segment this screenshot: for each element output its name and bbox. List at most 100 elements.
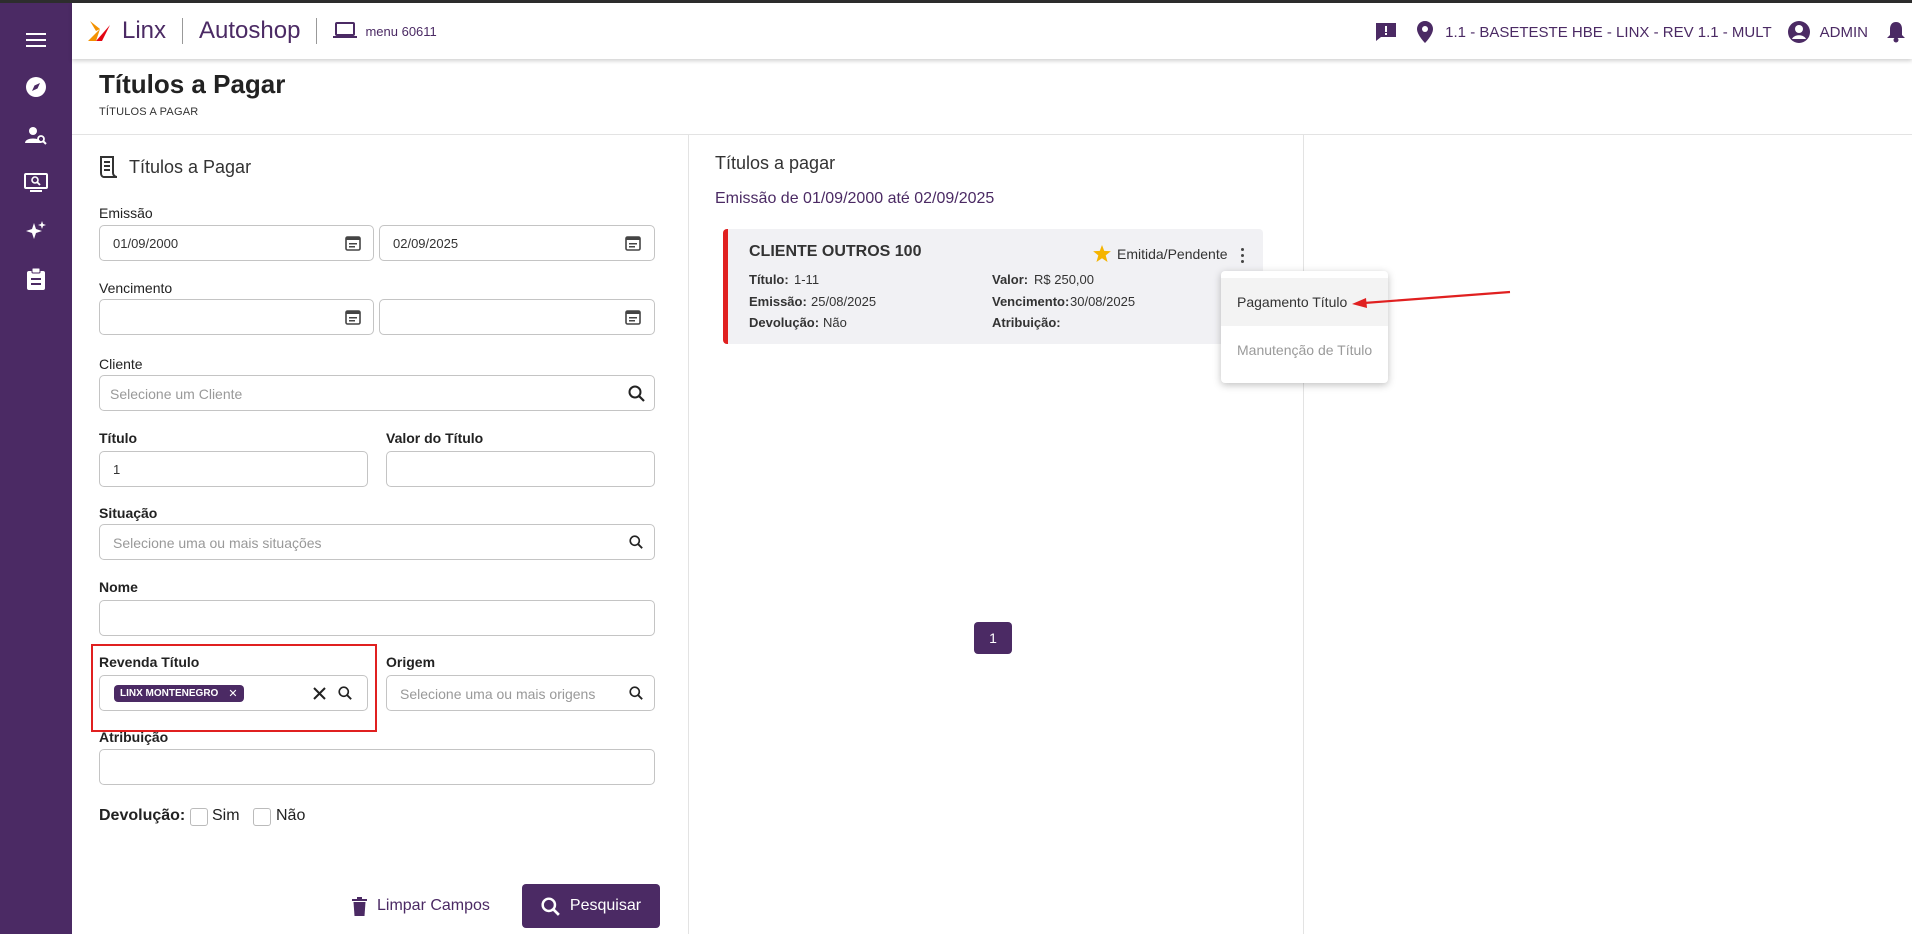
emissao-end-value: 02/09/2025: [393, 236, 459, 251]
card-valor-key: Valor:: [992, 272, 1029, 287]
search-button[interactable]: Pesquisar: [522, 884, 660, 928]
cliente-field[interactable]: Selecione um Cliente: [99, 375, 655, 411]
emissao-end-field[interactable]: 02/09/2025: [379, 225, 655, 261]
card-status: Emitida/Pendente: [1093, 245, 1228, 262]
situacao-placeholder: Selecione uma ou mais situações: [113, 535, 322, 551]
brand-divider-2: [316, 18, 318, 44]
valor-label: Valor do Título: [386, 430, 484, 446]
vencimento-end-field[interactable]: [379, 299, 655, 335]
clear-fields-button[interactable]: Limpar Campos: [352, 890, 490, 922]
card-valor-value: R$ 250,00: [1034, 272, 1094, 287]
clipboard-icon[interactable]: [24, 267, 48, 291]
top-right-area: 1.1 - BASETESTE HBE - LINX - REV 1.1 - M…: [1375, 19, 1912, 45]
atribuicao-label: Atribuição: [99, 729, 169, 745]
card-emissao-value: 25/08/2025: [811, 294, 877, 309]
location-text[interactable]: 1.1 - BASETESTE HBE - LINX - REV 1.1 - M…: [1445, 24, 1771, 41]
bell-icon[interactable]: [1886, 21, 1906, 43]
compass-icon[interactable]: [24, 75, 48, 99]
user-avatar-icon: [1787, 21, 1810, 43]
results-title: Títulos a pagar: [715, 153, 836, 173]
devolucao-sim-checkbox[interactable]: [190, 808, 208, 826]
vencimento-label: Vencimento: [99, 280, 173, 296]
more-options-icon[interactable]: [1235, 246, 1249, 264]
titulo-label: Título: [99, 430, 138, 446]
search-icon: [541, 896, 560, 916]
menu-code-text: menu 60611: [365, 23, 437, 39]
brand-divider: [182, 18, 184, 44]
header-divider: [72, 134, 1912, 135]
receipt-icon: [100, 156, 118, 178]
brand[interactable]: Linx Autoshop menu 60611: [86, 16, 437, 46]
annotation-arrow: [1352, 290, 1511, 308]
card-status-label: Emitida/Pendente: [1117, 245, 1228, 262]
origem-placeholder: Selecione uma ou mais origens: [400, 686, 596, 702]
panel-divider-right: [1303, 134, 1304, 934]
results-subtitle: Emissão de 01/09/2000 até 02/09/2025: [715, 190, 995, 207]
devolucao-nao-checkbox[interactable]: [253, 808, 271, 826]
cliente-placeholder: Selecione um Cliente: [110, 386, 243, 402]
sparkles-icon[interactable]: [24, 219, 48, 243]
search-icon[interactable]: [627, 533, 645, 551]
devolucao-nao-label: Não: [276, 807, 306, 824]
monitor-search-icon[interactable]: [24, 171, 48, 195]
card-vencimento-value: 30/08/2025: [1070, 294, 1136, 309]
titulo-field[interactable]: 1: [99, 451, 368, 487]
calendar-icon[interactable]: [344, 308, 362, 326]
nome-field[interactable]: [99, 600, 655, 636]
card-options-menu: Pagamento Título Manutenção de Título: [1221, 271, 1388, 383]
calendar-icon[interactable]: [624, 234, 642, 252]
clear-fields-label: Limpar Campos: [377, 897, 490, 914]
sidebar: [0, 3, 72, 934]
pagination-page[interactable]: 1: [974, 622, 1012, 654]
atribuicao-field[interactable]: [99, 749, 655, 785]
search-icon[interactable]: [627, 384, 645, 402]
menu-item-manutencao[interactable]: Manutenção de Título: [1221, 326, 1388, 374]
location-pin-icon: [1417, 21, 1434, 43]
result-card[interactable]: CLIENTE OUTROS 100 Emitida/Pendente Títu…: [723, 229, 1263, 344]
user-search-icon[interactable]: [24, 123, 48, 147]
top-bar: Linx Autoshop menu 60611 1.1 - BASETESTE…: [72, 3, 1912, 59]
origem-field[interactable]: Selecione uma ou mais origens: [386, 675, 655, 711]
filter-panel-header: Títulos a Pagar: [99, 156, 251, 178]
card-devolucao-value: Não: [823, 315, 847, 330]
calendar-icon[interactable]: [344, 234, 362, 252]
emissao-start-value: 01/09/2000: [113, 236, 179, 251]
situacao-label: Situação: [99, 505, 158, 521]
revenda-highlight-box: [91, 644, 377, 732]
menu-code: menu 60611: [333, 22, 437, 40]
card-devolucao-key: Devolução:: [749, 315, 820, 330]
card-titulo-key: Título:: [749, 272, 789, 287]
linx-logo-icon: [88, 21, 110, 41]
panel-divider-left: [688, 134, 689, 934]
feedback-icon[interactable]: [1375, 22, 1397, 42]
card-client-name: CLIENTE OUTROS 100: [749, 243, 922, 260]
valor-field[interactable]: [386, 451, 655, 487]
calendar-icon[interactable]: [624, 308, 642, 326]
titulo-value: 1: [113, 462, 121, 477]
star-icon: [1093, 245, 1111, 262]
vencimento-start-field[interactable]: [99, 299, 374, 335]
nome-label: Nome: [99, 579, 138, 595]
brand-linx: Linx: [122, 17, 167, 44]
emissao-label: Emissão: [99, 205, 153, 221]
origem-label: Origem: [386, 654, 436, 670]
card-vencimento-key: Vencimento:: [992, 294, 1070, 309]
filter-panel-title: Títulos a Pagar: [129, 156, 252, 177]
situacao-field[interactable]: Selecione uma ou mais situações: [99, 524, 655, 560]
user-name[interactable]: ADMIN: [1820, 24, 1868, 41]
menu-icon[interactable]: [24, 28, 48, 52]
search-icon[interactable]: [627, 684, 645, 702]
cliente-label: Cliente: [99, 356, 143, 372]
breadcrumb: TÍTULOS A PAGAR: [99, 106, 199, 118]
page-title: Títulos a Pagar: [99, 69, 286, 99]
trash-icon: [352, 896, 367, 916]
laptop-icon: [333, 22, 358, 38]
card-emissao-key: Emissão:: [749, 294, 807, 309]
card-atribuicao-key: Atribuição:: [992, 315, 1061, 330]
search-button-label: Pesquisar: [569, 897, 642, 914]
card-titulo-value: 1-11: [794, 272, 820, 287]
devolucao-sim-label: Sim: [212, 807, 240, 824]
emissao-start-field[interactable]: 01/09/2000: [99, 225, 374, 261]
devolucao-label: Devolução:: [99, 807, 186, 824]
brand-app-name: Autoshop: [199, 17, 301, 44]
